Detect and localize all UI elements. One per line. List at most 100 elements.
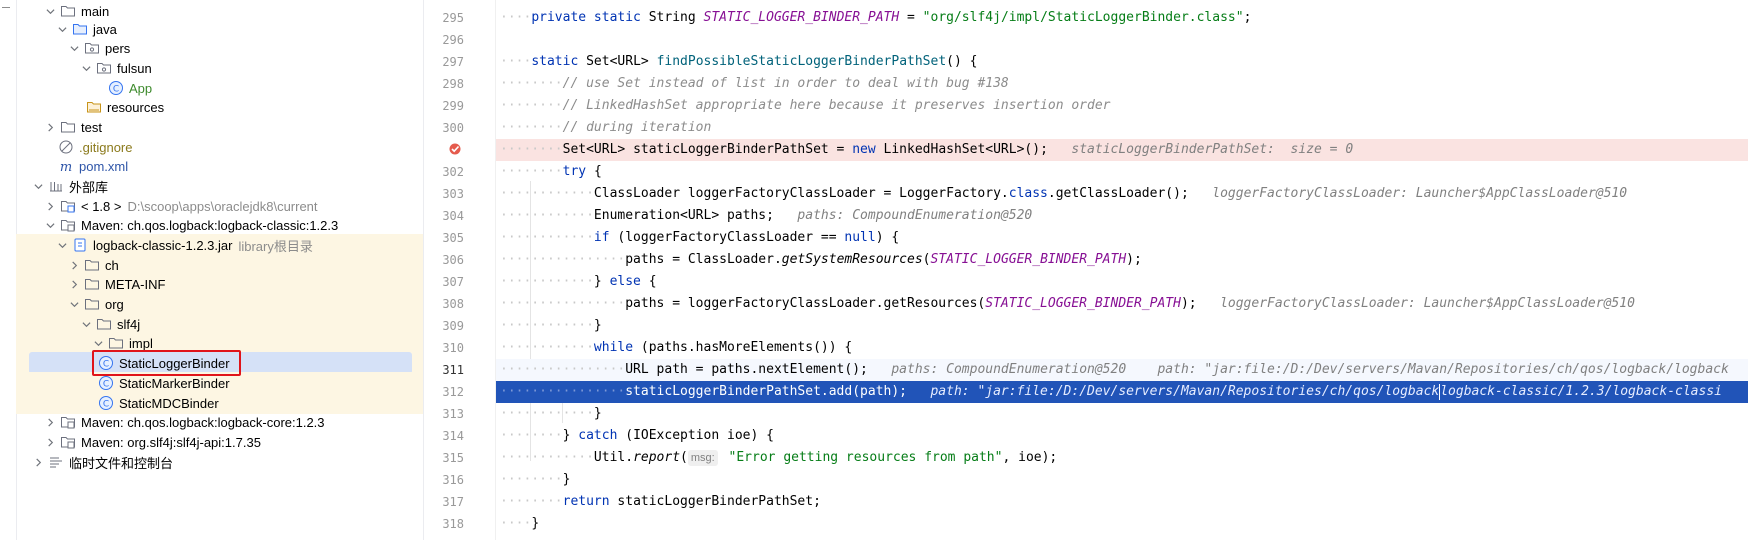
code-line-309[interactable]: ············} <box>496 315 1748 337</box>
breakpoint-icon[interactable] <box>447 141 463 157</box>
tree-item-pers[interactable]: pers <box>16 37 423 59</box>
scratches-icon <box>48 454 64 470</box>
tree-item-label: Maven: ch.qos.logback:logback-core:1.2.3 <box>81 414 325 430</box>
code-line-307[interactable]: ············} else { <box>496 271 1748 293</box>
chevron-down-icon[interactable] <box>68 293 80 315</box>
inline-debug-value: loggerFactoryClassLoader: Launcher$AppCl… <box>1220 296 1635 311</box>
code-line-318[interactable]: ····} <box>496 513 1748 535</box>
tree-item-meta-inf[interactable]: META-INF <box>16 273 423 295</box>
code-editor[interactable]: 295 296 297 298 299 300 302 303 304 305 … <box>424 0 1748 540</box>
code-token: LinkedHashSet<URL>(); <box>883 142 1048 157</box>
code-token: null <box>844 230 876 245</box>
tool-window-strip <box>0 0 17 540</box>
chevron-right-icon[interactable] <box>44 431 56 453</box>
code-token: ( <box>680 450 688 465</box>
tree-item-label: impl <box>129 335 153 351</box>
svg-text:m: m <box>60 160 72 174</box>
tree-item-logback-jar[interactable]: logback-classic-1.2.3.jar library根目录 <box>16 234 423 256</box>
tree-item-label: StaticMDCBinder <box>119 395 219 411</box>
code-line-execution-point[interactable]: ················staticLoggerBinderPathSe… <box>496 381 1748 403</box>
code-token: "Error getting resources from path" <box>720 450 1003 465</box>
chevron-right-icon[interactable] <box>32 451 44 473</box>
code-line-302[interactable]: ········try { <box>496 161 1748 183</box>
chevron-down-icon[interactable] <box>32 175 44 197</box>
code-line-317[interactable]: ········return staticLoggerBinderPathSet… <box>496 491 1748 513</box>
chevron-down-icon[interactable] <box>92 332 104 354</box>
tree-item-resources[interactable]: resources <box>16 96 423 118</box>
tree-item-maven-slf4j-api[interactable]: Maven: org.slf4j:slf4j-api:1.7.35 <box>16 431 423 453</box>
code-line-316[interactable]: ········} <box>496 469 1748 491</box>
chevron-down-icon[interactable] <box>56 234 68 256</box>
code-line-308[interactable]: ················paths = loggerFactoryCla… <box>496 293 1748 315</box>
inline-debug-value: path: "jar:file:/D:/Dev/servers/Mavan/Re… <box>930 384 1440 399</box>
source-folder-icon <box>72 21 88 37</box>
class-icon: C <box>98 375 114 391</box>
library-icon <box>60 434 76 450</box>
code-line-303[interactable]: ············ClassLoader loggerFactoryCla… <box>496 183 1748 205</box>
tree-item-label: slf4j <box>117 316 141 332</box>
chevron-right-icon[interactable] <box>44 116 56 138</box>
code-token: (IOException ioe) { <box>625 428 774 443</box>
tree-item-maven-logback-classic[interactable]: Maven: ch.qos.logback:logback-classic:1.… <box>16 214 423 236</box>
code-line-295[interactable]: ····private static String STATIC_LOGGER_… <box>496 7 1748 29</box>
folder-icon <box>84 257 100 273</box>
code-token: String <box>648 10 704 25</box>
code-line-315[interactable]: ············Util.report(msg: "Error gett… <box>496 447 1748 469</box>
code-token: staticLoggerBinderPathSet; <box>617 494 821 509</box>
chevron-down-icon[interactable] <box>80 57 92 79</box>
line-number: 305 <box>442 231 464 245</box>
tree-item-org[interactable]: org <box>16 293 423 315</box>
tree-item-scratches[interactable]: 临时文件和控制台 <box>16 451 423 473</box>
tree-item-path: D:\scoop\apps\oraclejdk8\current <box>127 198 318 214</box>
code-line-297[interactable]: ····static Set<URL> findPossibleStaticLo… <box>496 51 1748 73</box>
tree-item-fulsun[interactable]: fulsun <box>16 57 423 79</box>
code-line-298[interactable]: ········// use Set instead of list in or… <box>496 73 1748 95</box>
chevron-right-icon[interactable] <box>68 273 80 295</box>
code-token: ( <box>922 252 931 267</box>
line-number: 313 <box>442 407 464 421</box>
code-line-305[interactable]: ············if (loggerFactoryClassLoader… <box>496 227 1748 249</box>
code-line-314[interactable]: ········} catch (IOException ioe) { <box>496 425 1748 447</box>
tree-item-impl[interactable]: impl <box>16 332 423 354</box>
code-line-310[interactable]: ············while (paths.hasMoreElements… <box>496 337 1748 359</box>
code-line-304[interactable]: ············Enumeration<URL> paths; path… <box>496 205 1748 227</box>
code-token: Set<URL> <box>586 54 657 69</box>
tree-item-maven-logback-core[interactable]: Maven: ch.qos.logback:logback-core:1.2.3 <box>16 411 423 433</box>
tree-item-static-logger-binder[interactable]: C StaticLoggerBinder <box>16 352 423 374</box>
tree-item-test[interactable]: test <box>16 116 423 138</box>
code-line-300[interactable]: ········// during iteration <box>496 117 1748 139</box>
tree-item-static-marker-binder[interactable]: C StaticMarkerBinder <box>16 372 423 394</box>
ignore-file-icon <box>58 139 74 155</box>
code-token: catch <box>578 428 626 443</box>
chevron-right-icon[interactable] <box>44 411 56 433</box>
tree-item-pom[interactable]: m pom.xml <box>16 155 423 177</box>
line-number: 310 <box>442 341 464 355</box>
code-token: } <box>593 274 610 289</box>
strip-mark <box>2 7 10 8</box>
line-number: 302 <box>442 165 464 179</box>
chevron-down-icon[interactable] <box>68 37 80 59</box>
code-token: ; <box>1243 10 1252 25</box>
tree-item-external-libraries[interactable]: 外部库 <box>16 175 423 197</box>
code-token: { <box>648 274 657 289</box>
maven-icon: m <box>58 158 74 174</box>
code-line-299[interactable]: ········// LinkedHashSet appropriate her… <box>496 95 1748 117</box>
code-line-breakpoint[interactable]: ········Set<URL> staticLoggerBinderPathS… <box>496 139 1748 161</box>
code-line-313[interactable]: ············} <box>496 403 1748 425</box>
tree-item-label: logback-classic-1.2.3.jar <box>93 237 233 253</box>
code-token: URL path = paths.nextElement(); <box>625 362 868 377</box>
class-icon: C <box>108 80 124 96</box>
class-icon: C <box>98 395 114 411</box>
chevron-down-icon[interactable] <box>44 214 56 236</box>
code-token: Util. <box>593 450 634 465</box>
tree-item-label: Maven: org.slf4j:slf4j-api:1.7.35 <box>81 434 261 450</box>
code-line-current[interactable]: ················URL path = paths.nextEle… <box>496 359 1748 381</box>
tree-item-label: < 1.8 > <box>81 198 122 214</box>
code-line-296[interactable] <box>496 29 1748 51</box>
tree-item-label: org <box>105 296 124 312</box>
line-number: 314 <box>442 429 464 443</box>
inline-debug-value: staticLoggerBinderPathSet: size = 0 <box>1071 142 1354 157</box>
line-number-gutter[interactable]: 295 296 297 298 299 300 302 303 304 305 … <box>424 0 495 540</box>
code-token: STATIC_LOGGER_BINDER_PATH <box>985 296 1181 311</box>
code-line-306[interactable]: ················paths = ClassLoader.getS… <box>496 249 1748 271</box>
